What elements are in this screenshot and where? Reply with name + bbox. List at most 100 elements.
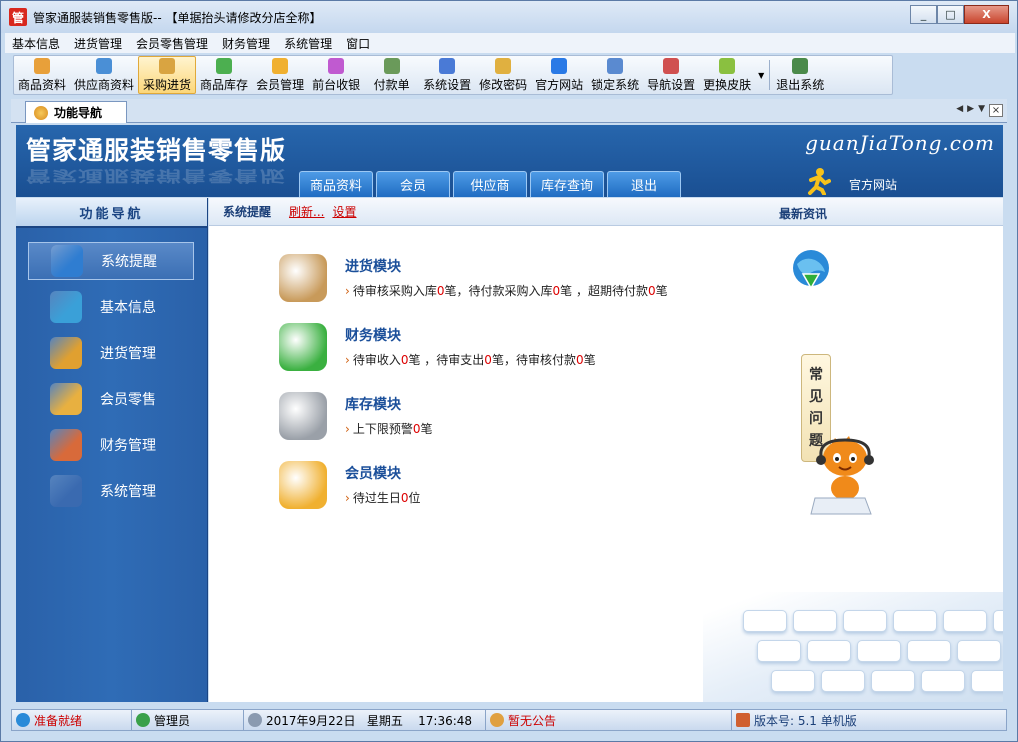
content-panel: 系统提醒 刷新... 设置 最新资讯 进货模块 › 待审核采购入库0笔，待付款采购入… — [209, 198, 1003, 702]
sidebar-item-label: 系统管理 — [100, 484, 156, 500]
settings-icon — [439, 57, 456, 74]
toolbar-button-skin[interactable]: 更换皮肤 — [699, 56, 755, 94]
faq-char: 问 — [809, 411, 823, 427]
maximize-button[interactable]: □ — [937, 5, 964, 24]
cashier-icon — [328, 57, 345, 74]
summary-text: 笔 ，超期待付款 — [560, 284, 648, 298]
banner-title: 管家通服装销售零售版 — [26, 136, 287, 165]
count-value: 0 — [484, 353, 492, 367]
banner: 管家通服装销售零售版 管家通服装销售零售版 guanJiaTong.com 商品… — [16, 125, 1003, 197]
banner-tab-goods[interactable]: 商品资料 — [299, 171, 373, 197]
status-notice-text: 暂无公告 — [508, 713, 557, 728]
banner-tab-stock-query[interactable]: 库存查询 — [530, 171, 604, 197]
menu-window[interactable]: 窗口 — [339, 35, 377, 52]
keyboard-key — [943, 610, 987, 632]
sidebar-header: 功能导航 — [16, 198, 207, 228]
runner-icon[interactable] — [805, 167, 831, 195]
brand-logo-text: guanJiaTong.com — [805, 131, 995, 155]
menu-system[interactable]: 系统管理 — [277, 35, 339, 52]
toolbar-button-password[interactable]: 修改密码 — [475, 56, 531, 94]
sidebar: 功能导航 系统提醒基本信息进货管理会员零售财务管理系统管理 — [16, 198, 208, 702]
count-value: 0 — [575, 353, 584, 367]
toolbar-label: 供应商资料 — [74, 77, 135, 92]
sidebar-item-box-member[interactable]: 会员零售 — [28, 380, 194, 418]
toolbar-label: 采购进货 — [143, 77, 192, 92]
monitor-icon — [50, 475, 82, 507]
supplier-icon — [96, 57, 113, 74]
module-title[interactable]: 进货模块 — [345, 256, 668, 276]
keyboard-key — [857, 640, 901, 662]
toolbar-button-settings[interactable]: 系统设置 — [419, 56, 475, 94]
menu-member-retail[interactable]: 会员零售管理 — [129, 35, 215, 52]
dollar-icon[interactable] — [279, 323, 327, 371]
sidebar-item-cubes[interactable]: 基本信息 — [28, 288, 194, 326]
status-ready-text: 准备就绪 — [34, 713, 83, 728]
toolbar-button-ie[interactable]: 官方网站 — [531, 56, 587, 94]
tab-function-nav[interactable]: 功能导航 — [25, 101, 127, 123]
website-link[interactable]: 官方网站 — [849, 176, 897, 193]
menu-basic-info[interactable]: 基本信息 — [5, 35, 67, 52]
toolbar-button-stock[interactable]: 商品库存 — [196, 56, 252, 94]
database-icon[interactable] — [279, 392, 327, 440]
toolbar-button-goods[interactable]: 商品资料 — [14, 56, 70, 94]
module-title[interactable]: 财务模块 — [345, 325, 596, 345]
keyboard-key — [821, 670, 865, 692]
globe-download-icon[interactable] — [789, 248, 833, 292]
toolbar-button-exit[interactable]: 退出系统 — [772, 56, 828, 94]
settings-link[interactable]: 设置 — [332, 203, 356, 220]
mascot-icon — [810, 436, 874, 515]
banner-tab-member[interactable]: 会员 — [376, 171, 450, 197]
toolbar-label: 锁定系统 — [591, 77, 640, 92]
toolbar-button-member[interactable]: 会员管理 — [252, 56, 308, 94]
module-summary: › 待审收入0笔 ，待审支出0笔，待审核付款0笔 — [345, 351, 596, 368]
summary-text: 笔 — [655, 284, 668, 298]
toolbar-button-lock[interactable]: 锁定系统 — [587, 56, 643, 94]
content-header: 系统提醒 刷新... 设置 最新资讯 — [209, 198, 1003, 226]
payment-icon — [383, 57, 400, 74]
minimize-button[interactable]: _ — [910, 5, 937, 24]
sidebar-item-label: 进货管理 — [100, 346, 156, 362]
menu-finance[interactable]: 财务管理 — [215, 35, 277, 52]
sidebar-item-info[interactable]: 系统提醒 — [28, 242, 194, 280]
toolbar-button-payment[interactable]: 付款单 — [364, 56, 419, 94]
app-logo-icon: 管 — [9, 8, 27, 26]
tab-list-icon[interactable]: ▼ — [978, 104, 985, 117]
module-summary: › 待审核采购入库0笔，待付款采购入库0笔 ，超期待付款0笔 — [345, 282, 668, 299]
tab-scroll-right-icon[interactable]: ▶ — [967, 104, 974, 117]
status-version-text: 版本号: 5.1 单机版 — [754, 713, 857, 728]
close-button[interactable]: X — [964, 5, 1009, 24]
toolbar-button-purchase[interactable]: 采购进货 — [138, 56, 197, 94]
sidebar-item-finance[interactable]: 财务管理 — [28, 426, 194, 464]
toolbar-label: 修改密码 — [479, 77, 528, 92]
title-bar[interactable]: 管 管家通服装销售零售版-- 【单据抬头请修改分店全称】 _ □ X — [1, 1, 1017, 33]
refresh-link[interactable]: 刷新... — [289, 203, 324, 220]
module-title[interactable]: 库存模块 — [345, 394, 432, 414]
menu-purchase[interactable]: 进货管理 — [67, 35, 129, 52]
toolbar-button-nav-settings[interactable]: 导航设置 — [643, 56, 699, 94]
keyboard-key — [807, 640, 851, 662]
window-title: 管家通服装销售零售版-- 【单据抬头请修改分店全称】 — [33, 10, 322, 25]
keyboard-key — [771, 670, 815, 692]
status-bar: 准备就绪 管理员 2017年9月22日 星期五 17:36:48 暂无公告 版本… — [11, 709, 1007, 731]
toolbar-separator — [769, 60, 771, 90]
tab-scroll-left-icon[interactable]: ◀ — [956, 104, 963, 117]
sidebar-item-label: 系统提醒 — [101, 254, 157, 270]
faq-char: 常 — [809, 367, 823, 383]
sidebar-item-monitor[interactable]: 系统管理 — [28, 472, 194, 510]
status-ready: 准备就绪 — [12, 710, 132, 730]
purchase-module-icon[interactable] — [279, 254, 327, 302]
keyboard-key — [757, 640, 801, 662]
sidebar-item-box-in[interactable]: 进货管理 — [28, 334, 194, 372]
banner-tab-supplier[interactable]: 供应商 — [453, 171, 527, 197]
module-title[interactable]: 会员模块 — [345, 463, 420, 483]
toolbar-button-supplier[interactable]: 供应商资料 — [70, 56, 138, 94]
module-block: 进货模块 › 待审核采购入库0笔，待付款采购入库0笔 ，超期待付款0笔 — [279, 254, 668, 302]
keyboard-key — [793, 610, 837, 632]
tab-close-icon[interactable]: × — [989, 104, 1003, 117]
toolbar-overflow-icon[interactable]: ▼ — [755, 56, 767, 94]
banner-tab-exit[interactable]: 退出 — [607, 171, 681, 197]
chat-bubble-icon[interactable] — [279, 461, 327, 509]
toolbar-button-cashier[interactable]: 前台收银 — [308, 56, 364, 94]
keyboard-key — [921, 670, 965, 692]
keyboard-key — [871, 670, 915, 692]
